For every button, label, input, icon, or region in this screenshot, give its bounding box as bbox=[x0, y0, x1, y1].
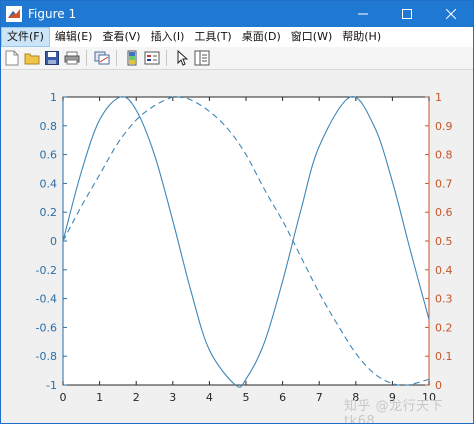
minimize-button[interactable] bbox=[341, 1, 385, 27]
y-right-tick-label: 0.4 bbox=[435, 264, 453, 277]
minimize-icon bbox=[358, 13, 368, 15]
y-right-tick-label: 0.1 bbox=[435, 350, 453, 363]
close-icon bbox=[446, 9, 456, 19]
x-tick-label: 1 bbox=[96, 391, 103, 404]
new-figure-icon[interactable] bbox=[3, 49, 21, 67]
menu-desktop[interactable]: 桌面(D) bbox=[237, 27, 286, 47]
link-plot-icon[interactable] bbox=[93, 49, 111, 67]
y-right-tick-label: 0.9 bbox=[435, 120, 453, 133]
title-bar[interactable]: Figure 1 bbox=[1, 1, 473, 27]
save-icon[interactable] bbox=[43, 49, 61, 67]
y-right-tick-label: 0.8 bbox=[435, 149, 453, 162]
y-right-tick-label: 1 bbox=[435, 91, 442, 104]
menu-file[interactable]: 文件(F) bbox=[1, 27, 50, 47]
x-tick-label: 7 bbox=[316, 391, 323, 404]
maximize-button[interactable] bbox=[385, 1, 429, 27]
x-tick-label: 6 bbox=[279, 391, 286, 404]
y-right-tick-label: 0.6 bbox=[435, 206, 453, 219]
colorbar-icon[interactable] bbox=[123, 49, 141, 67]
y-right-tick-label: 0.7 bbox=[435, 177, 453, 190]
y-left-tick-label: 1 bbox=[50, 91, 57, 104]
y-left-tick-label: -0.2 bbox=[36, 264, 57, 277]
figure-canvas: -1 -0.8 -0.6 -0.4 -0.2 0 0.2 0.4 0.6 0.8 1 0 0.1 0.2… bbox=[1, 70, 473, 424]
y-right-tick-label: 0 bbox=[435, 379, 442, 392]
y-left-tick-label: -0.8 bbox=[36, 350, 57, 363]
figure-window: Figure 1 文件(F) 编辑(E) 查看(V) 插入(I) 工具(T) 桌… bbox=[0, 0, 474, 424]
y-left-tick-label: -0.4 bbox=[36, 293, 57, 306]
y-left-tick-label: 0.8 bbox=[40, 120, 58, 133]
menu-bar: 文件(F) 编辑(E) 查看(V) 插入(I) 工具(T) 桌面(D) 窗口(W… bbox=[1, 27, 473, 47]
y-right-tick-label: 0.2 bbox=[435, 321, 453, 334]
x-tick-label: 5 bbox=[243, 391, 250, 404]
menu-tools[interactable]: 工具(T) bbox=[189, 27, 236, 47]
legend-icon[interactable] bbox=[143, 49, 161, 67]
print-icon[interactable] bbox=[63, 49, 81, 67]
axes-box bbox=[62, 96, 430, 386]
x-tick-label: 3 bbox=[169, 391, 176, 404]
menu-help[interactable]: 帮助(H) bbox=[337, 27, 386, 47]
menu-insert[interactable]: 插入(I) bbox=[146, 27, 190, 47]
y-left-tick-label: 0.2 bbox=[40, 206, 58, 219]
plot-axes[interactable]: -1 -0.8 -0.6 -0.4 -0.2 0 0.2 0.4 0.6 0.8 1 0 0.1 0.2… bbox=[1, 70, 473, 424]
watermark-text: 知乎 @龙行天下tk68 bbox=[344, 399, 444, 424]
toolbar bbox=[1, 47, 473, 70]
y-left-tick-label: -1 bbox=[46, 379, 57, 392]
toolbar-separator bbox=[116, 50, 117, 66]
y-left-tick-label: 0.4 bbox=[40, 177, 58, 190]
toolbar-separator bbox=[166, 50, 167, 66]
y-left-tick-label: 0 bbox=[50, 235, 57, 248]
y-left-tick-label: 0.6 bbox=[40, 149, 58, 162]
menu-edit[interactable]: 编辑(E) bbox=[50, 27, 98, 47]
y-left-tick-label: -0.6 bbox=[36, 321, 57, 334]
close-button[interactable] bbox=[429, 1, 473, 27]
property-inspector-icon[interactable] bbox=[193, 49, 211, 67]
menu-view[interactable]: 查看(V) bbox=[97, 27, 145, 47]
x-tick-label: 0 bbox=[60, 391, 67, 404]
window-title: Figure 1 bbox=[28, 7, 77, 21]
x-tick-label: 2 bbox=[133, 391, 140, 404]
y-right-tick-label: 0.5 bbox=[435, 235, 453, 248]
select-pointer-icon[interactable] bbox=[173, 49, 191, 67]
toolbar-separator bbox=[86, 50, 87, 66]
matlab-logo-icon bbox=[6, 6, 22, 22]
maximize-icon bbox=[402, 9, 412, 19]
y-right-tick-label: 0.3 bbox=[435, 293, 453, 306]
x-tick-label: 4 bbox=[206, 391, 213, 404]
menu-window[interactable]: 窗口(W) bbox=[286, 27, 337, 47]
open-file-icon[interactable] bbox=[23, 49, 41, 67]
